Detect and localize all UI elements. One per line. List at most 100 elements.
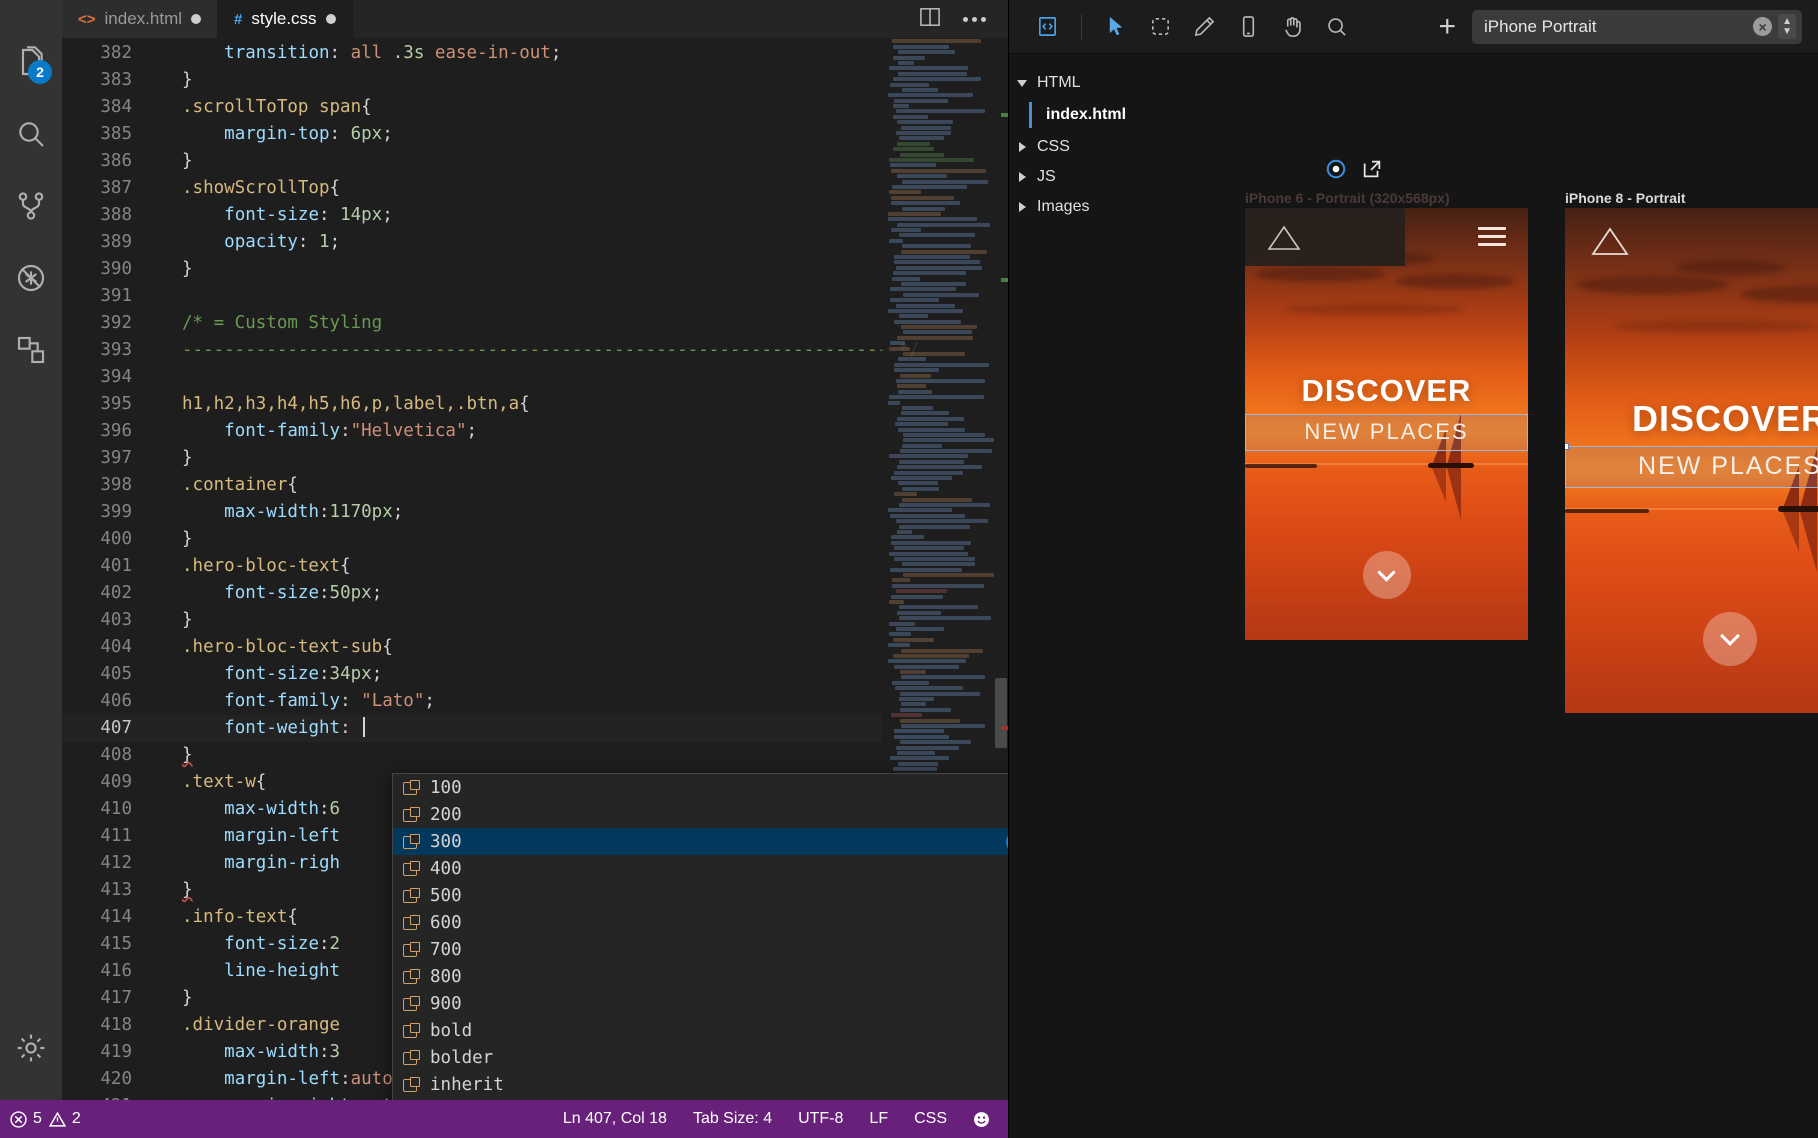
tree-item-js[interactable]: JS — [1017, 162, 1127, 192]
status-tab-size[interactable]: Tab Size: 4 — [693, 1110, 772, 1128]
code-view-icon[interactable] — [1025, 7, 1069, 47]
select-arrow-icon[interactable] — [1094, 7, 1138, 47]
device-preview-iphone6[interactable]: DISCOVER NEW PLACES — [1245, 208, 1528, 640]
hero-subtitle-box[interactable]: NEW PLACES — [1245, 414, 1528, 451]
autocomplete-item[interactable]: bolder — [393, 1044, 1008, 1071]
device-preview-iphone8[interactable]: DISCOVER NEW PLACES — [1565, 208, 1818, 713]
status-errors[interactable]: 5 — [10, 1110, 42, 1128]
triangle-logo-icon[interactable] — [1267, 224, 1301, 252]
scroll-down-icon[interactable] — [1363, 551, 1411, 599]
tab-style-css[interactable]: # style.css — [218, 0, 353, 38]
activity-extensions-icon[interactable] — [0, 314, 62, 386]
autocomplete-item[interactable]: inherit — [393, 1071, 1008, 1098]
minimap-line — [897, 417, 964, 421]
record-icon[interactable] — [1325, 158, 1347, 180]
line-number: 415 — [62, 931, 154, 958]
minimap-line — [903, 293, 979, 297]
device-canvas[interactable]: iPhone 6 - Portrait (320x568px) — [1127, 54, 1818, 1138]
minimap-line — [889, 600, 904, 604]
code-editor[interactable]: 382 transition: all .3s ease-in-out;383}… — [62, 38, 1008, 1100]
status-cursor-position[interactable]: Ln 407, Col 18 — [563, 1110, 667, 1128]
minimap-line — [903, 352, 965, 356]
property-value-icon — [403, 942, 420, 957]
add-device-button[interactable]: + — [1422, 12, 1472, 42]
tree-item-css[interactable]: CSS — [1017, 132, 1127, 162]
info-icon[interactable]: i — [1006, 831, 1008, 853]
unsaved-dot-icon — [326, 14, 336, 24]
tree-item-html[interactable]: HTML — [1017, 68, 1127, 98]
clear-icon[interactable]: × — [1753, 17, 1772, 36]
scroll-down-icon[interactable] — [1703, 612, 1757, 666]
autocomplete-item[interactable]: 600 — [393, 909, 1008, 936]
line-number: 414 — [62, 904, 154, 931]
tab-index-html[interactable]: <> index.html — [62, 0, 218, 38]
autocomplete-item[interactable]: 800 — [393, 963, 1008, 990]
status-warnings[interactable]: 2 — [49, 1110, 81, 1128]
chevron-right-icon[interactable] — [1017, 201, 1029, 213]
device-icon[interactable] — [1226, 7, 1270, 47]
minimap-line — [898, 428, 965, 432]
minimap-line — [901, 325, 977, 329]
minimap-line — [900, 708, 951, 712]
autocomplete-item[interactable]: 100 — [393, 774, 1008, 801]
open-external-icon[interactable] — [1361, 158, 1383, 180]
activity-run-debug-icon[interactable] — [0, 242, 62, 314]
line-number: 385 — [62, 121, 154, 148]
minimap-line — [897, 142, 930, 146]
autocomplete-item[interactable]: 700 — [393, 936, 1008, 963]
status-encoding[interactable]: UTF-8 — [798, 1110, 843, 1128]
minimap-line — [899, 605, 978, 609]
autocomplete-item[interactable]: 200 — [393, 801, 1008, 828]
island-shape — [1565, 509, 1649, 513]
minimap-line — [888, 217, 977, 221]
stepper-icon[interactable]: ▲▼ — [1778, 14, 1796, 39]
zoom-search-icon[interactable] — [1314, 7, 1358, 47]
chevron-right-icon[interactable] — [1017, 171, 1029, 183]
minimap-line — [900, 692, 980, 696]
autocomplete-item[interactable]: bold — [393, 1017, 1008, 1044]
autocomplete-label: inherit — [430, 1075, 504, 1095]
tab-label: style.css — [251, 9, 316, 29]
more-actions-icon[interactable] — [963, 17, 986, 22]
minimap-line — [897, 530, 912, 534]
line-content: } — [154, 985, 193, 1012]
marquee-select-icon[interactable] — [1138, 7, 1182, 47]
minimap-line — [889, 632, 911, 636]
line-number: 386 — [62, 148, 154, 175]
smiley-icon[interactable] — [973, 1111, 990, 1128]
minimap-line — [892, 584, 984, 588]
triangle-logo-icon[interactable] — [1591, 226, 1629, 257]
autocomplete-item[interactable]: 400 — [393, 855, 1008, 882]
autocomplete-popup[interactable]: 100200300i400500600700800900boldbolder in… — [392, 773, 1008, 1100]
activity-source-control-icon[interactable] — [0, 170, 62, 242]
tab-bar-spacer — [353, 0, 897, 38]
hand-icon[interactable] — [1270, 7, 1314, 47]
minimap-line — [893, 767, 937, 771]
pen-icon[interactable] — [1182, 7, 1226, 47]
status-bar-right: Ln 407, Col 18 Tab Size: 4 UTF-8 LF CSS — [563, 1110, 1008, 1128]
hamburger-menu-icon[interactable] — [1478, 227, 1506, 246]
activity-settings-gear-icon[interactable] — [0, 1012, 62, 1084]
line-number: 395 — [62, 391, 154, 418]
app-root: 2 — [0, 0, 1818, 1138]
hero-subtitle-box[interactable]: NEW PLACES — [1565, 446, 1818, 488]
line-number: 410 — [62, 796, 154, 823]
tree-item-images[interactable]: Images — [1017, 192, 1127, 222]
minimap-line — [898, 481, 938, 485]
tree-item-index-html[interactable]: index.html — [1017, 98, 1127, 132]
line-number: 401 — [62, 553, 154, 580]
split-editor-icon[interactable] — [919, 7, 941, 32]
autocomplete-item[interactable]: 300i — [393, 828, 1008, 855]
chevron-down-icon[interactable] — [1017, 77, 1029, 89]
status-language-mode[interactable]: CSS — [914, 1110, 947, 1128]
status-eol[interactable]: LF — [869, 1110, 888, 1128]
chevron-right-icon[interactable] — [1017, 141, 1029, 153]
activity-explorer-icon[interactable]: 2 — [0, 26, 62, 98]
autocomplete-item[interactable]: 500 — [393, 882, 1008, 909]
activity-search-icon[interactable] — [0, 98, 62, 170]
autocomplete-item[interactable]: 900 — [393, 990, 1008, 1017]
selection-handle[interactable] — [1565, 443, 1569, 450]
device-select[interactable]: iPhone Portrait × ▲▼ — [1472, 10, 1802, 44]
line-number: 389 — [62, 229, 154, 256]
scrollbar-thumb[interactable] — [995, 678, 1007, 748]
